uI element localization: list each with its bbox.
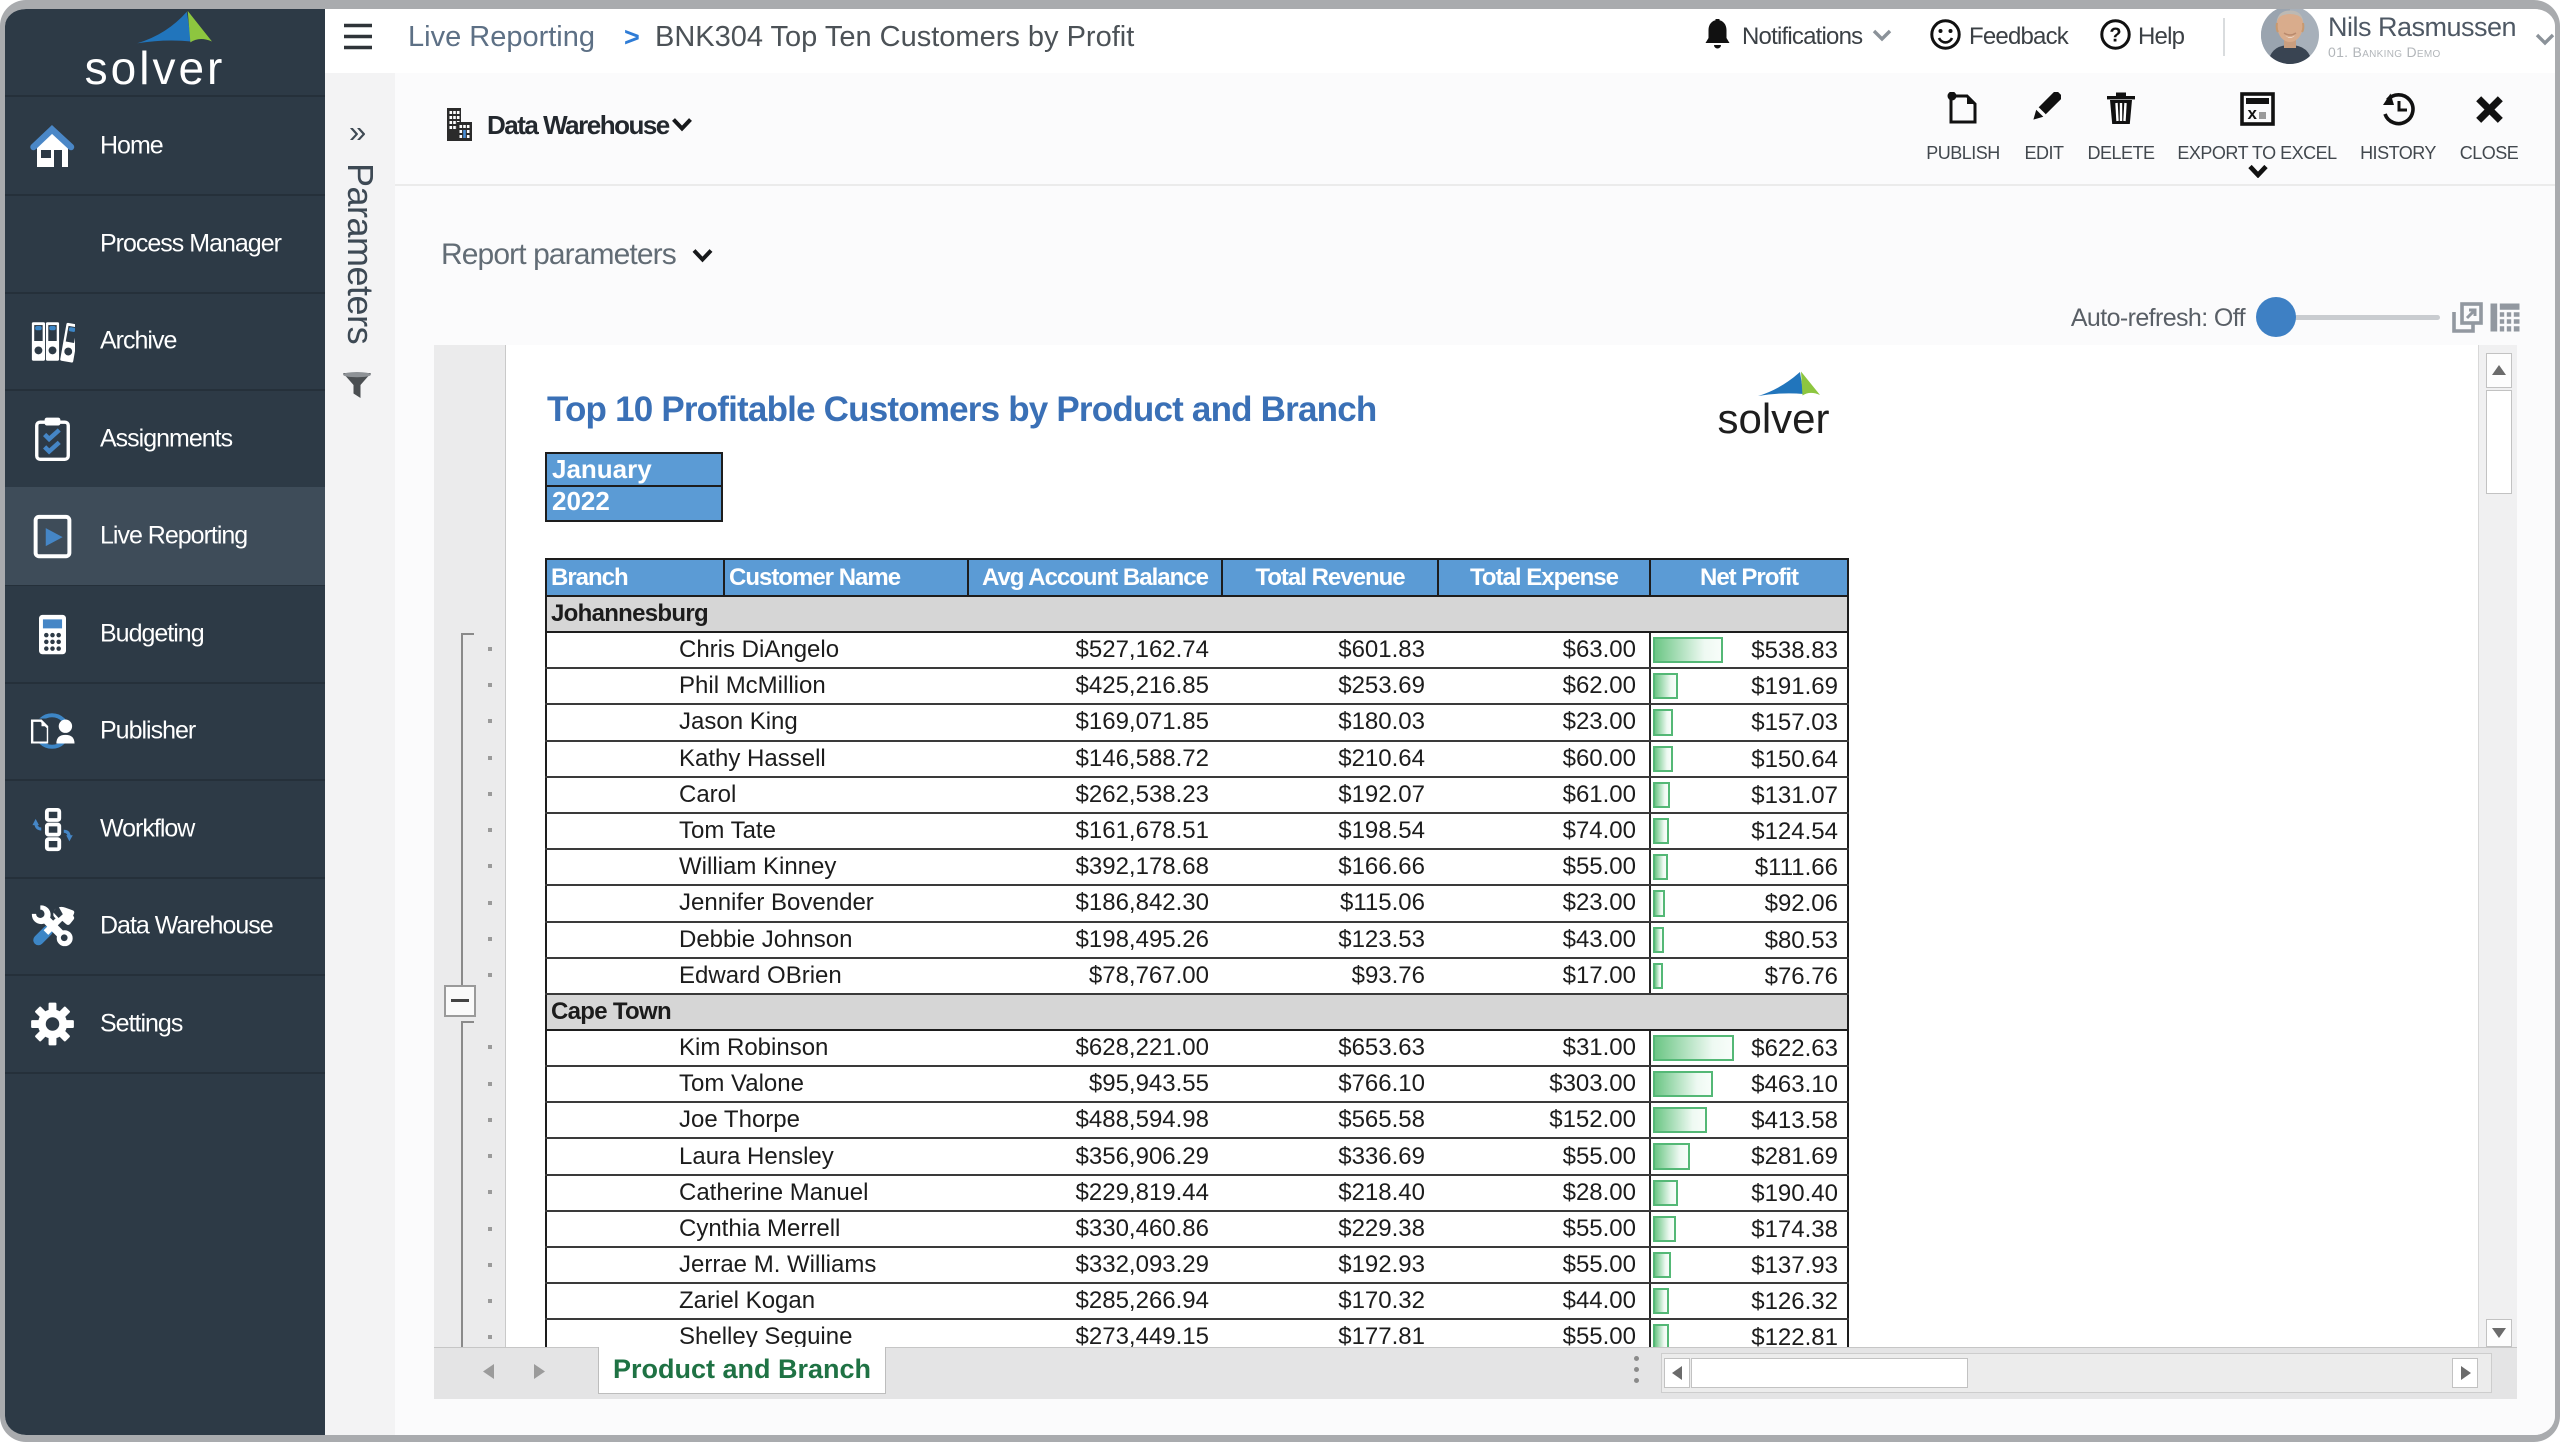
svg-text:x: x [2247,104,2257,123]
svg-text:?: ? [2109,25,2121,47]
